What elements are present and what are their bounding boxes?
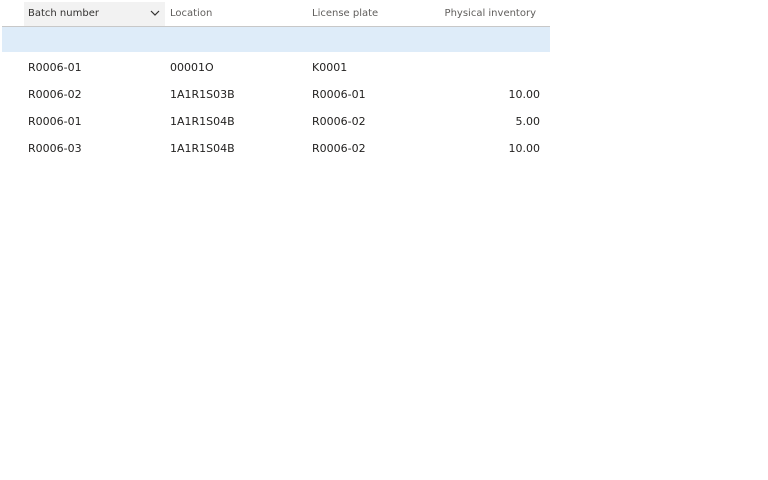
table-row[interactable]: R0006-01 00001O K0001 <box>2 54 550 81</box>
table-row[interactable]: R0006-03 1A1R1S04B R0006-02 10.00 <box>2 135 550 162</box>
grid-header: Batch number Location License plate Phys… <box>2 2 550 27</box>
column-header-label: Location <box>170 8 213 19</box>
cell-physical-inventory: 10.00 <box>508 88 541 101</box>
inventory-grid: Batch number Location License plate Phys… <box>2 2 550 162</box>
column-header-label: License plate <box>312 8 379 19</box>
cell-location: 00001O <box>170 61 214 74</box>
column-header-location[interactable]: Location <box>170 2 212 26</box>
column-header-physical-inventory[interactable]: Physical inventory <box>445 2 536 26</box>
cell-location: 1A1R1S04B <box>170 115 235 128</box>
selected-empty-row[interactable] <box>2 27 550 52</box>
cell-batch-number: R0006-01 <box>28 61 82 74</box>
cell-location: 1A1R1S04B <box>170 142 235 155</box>
column-header-license-plate[interactable]: License plate <box>312 2 378 26</box>
cell-batch-number: R0006-03 <box>28 142 82 155</box>
column-header-label: Batch number <box>28 8 99 19</box>
cell-license-plate: R0006-01 <box>312 88 366 101</box>
column-header-batch-number[interactable]: Batch number <box>24 2 165 26</box>
grid-body: R0006-01 00001O K0001 R0006-02 1A1R1S03B… <box>2 52 550 162</box>
cell-license-plate: R0006-02 <box>312 142 366 155</box>
cell-license-plate: R0006-02 <box>312 115 366 128</box>
cell-physical-inventory: 5.00 <box>515 115 541 128</box>
cell-license-plate: K0001 <box>312 61 348 74</box>
cell-location: 1A1R1S03B <box>170 88 235 101</box>
chevron-down-icon[interactable] <box>149 7 161 19</box>
table-row[interactable]: R0006-01 1A1R1S04B R0006-02 5.00 <box>2 108 550 135</box>
cell-physical-inventory: 10.00 <box>508 142 541 155</box>
cell-batch-number: R0006-02 <box>28 88 82 101</box>
column-header-label: Physical inventory <box>444 8 536 19</box>
cell-batch-number: R0006-01 <box>28 115 82 128</box>
table-row[interactable]: R0006-02 1A1R1S03B R0006-01 10.00 <box>2 81 550 108</box>
